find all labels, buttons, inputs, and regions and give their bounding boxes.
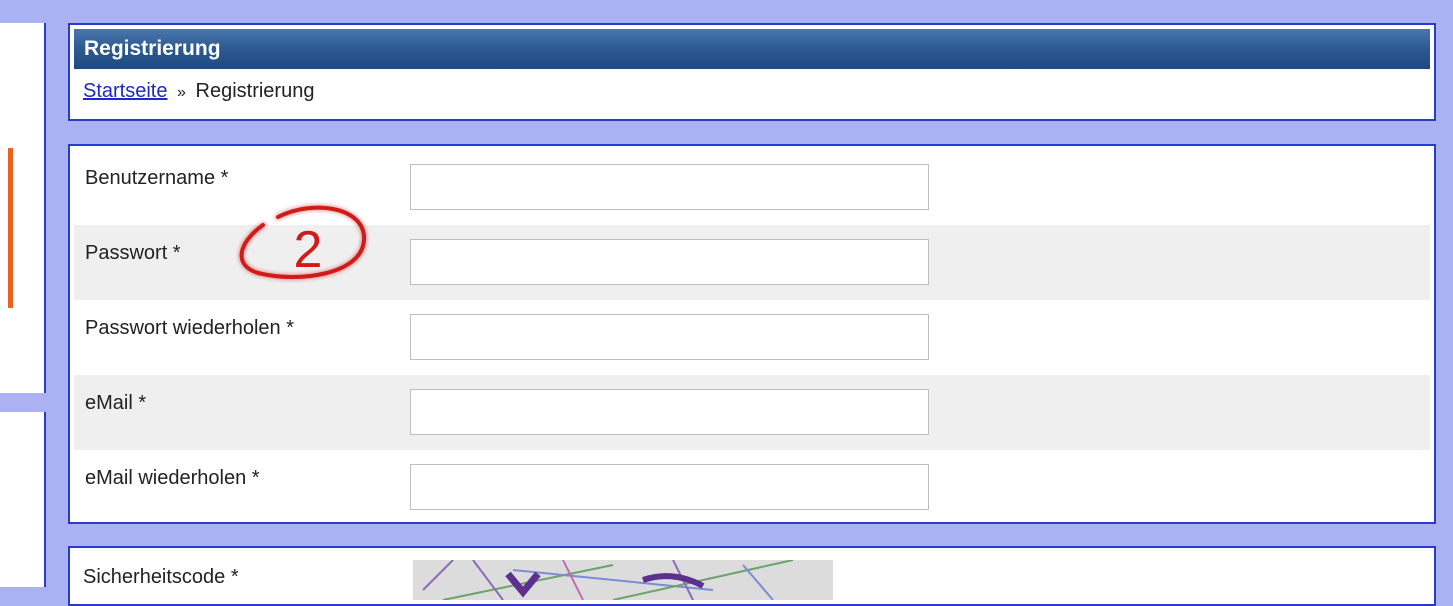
captcha-label: Sicherheitscode *: [83, 566, 239, 588]
username-label: Benutzername *: [85, 167, 229, 189]
captcha-panel: Sicherheitscode *: [68, 546, 1436, 606]
password-repeat-label: Passwort wiederholen *: [85, 317, 294, 339]
header-panel: Registrierung Startseite » Registrierung: [68, 23, 1436, 121]
email-repeat-label: eMail wiederholen *: [85, 467, 260, 489]
page-title: Registrierung: [74, 29, 1430, 69]
password-field[interactable]: [410, 239, 929, 285]
annotation-number: 2: [294, 221, 323, 279]
form-row-email: eMail *: [74, 375, 1430, 450]
annotation-circle-marker: 2: [238, 204, 368, 281]
left-sidebar-panel: [0, 23, 46, 393]
breadcrumb-current: Registrierung: [195, 80, 315, 102]
captcha-image: [413, 560, 833, 600]
left-sidebar-panel-lower: [0, 412, 46, 587]
email-label: eMail *: [85, 392, 147, 414]
password-label: Passwort *: [85, 242, 181, 264]
username-field[interactable]: [410, 164, 929, 210]
breadcrumb-home-link[interactable]: Startseite: [83, 80, 167, 102]
password-repeat-field[interactable]: [410, 314, 929, 360]
email-field[interactable]: [410, 389, 929, 435]
form-row-password-repeat: Passwort wiederholen *: [74, 300, 1430, 375]
form-row-email-repeat: eMail wiederholen *: [74, 450, 1430, 525]
breadcrumb: Startseite » Registrierung: [70, 69, 1434, 103]
sidebar-active-indicator: [8, 148, 13, 308]
email-repeat-field[interactable]: [410, 464, 929, 510]
breadcrumb-separator: »: [177, 84, 186, 101]
